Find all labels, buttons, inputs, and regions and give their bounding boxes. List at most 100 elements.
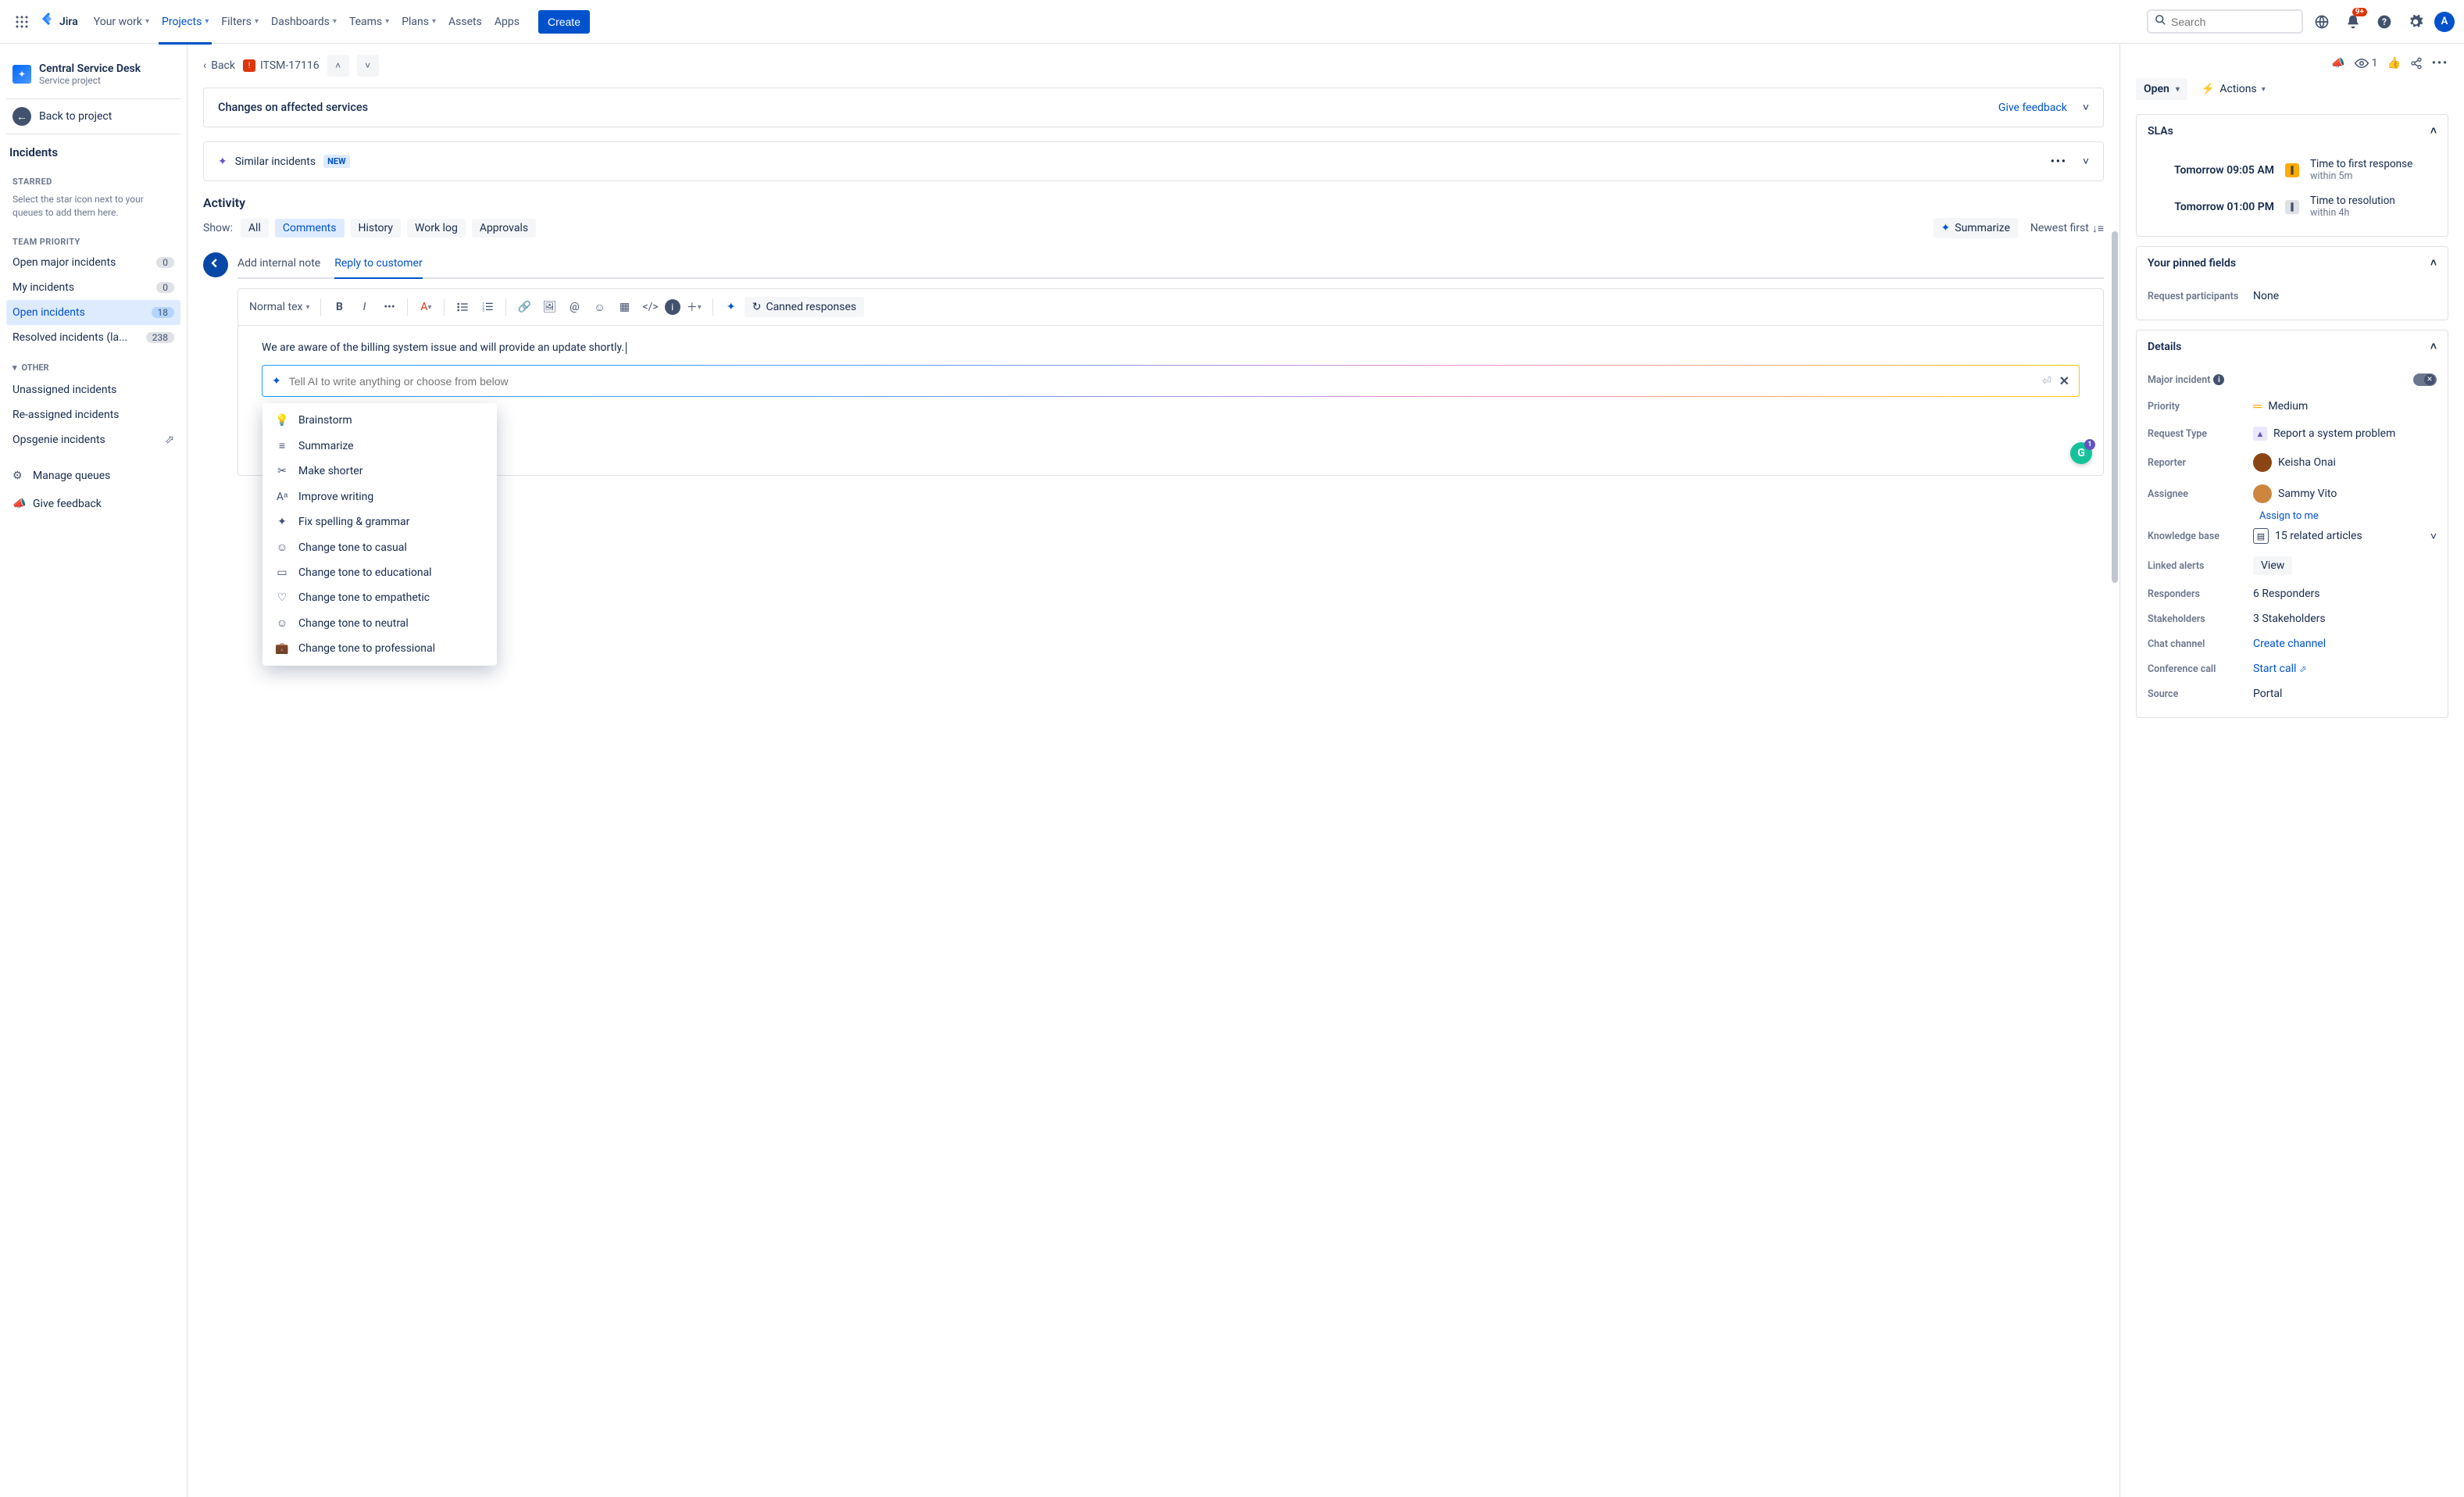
info-icon[interactable]: i: [2213, 374, 2224, 385]
filter-work-log[interactable]: Work log: [407, 219, 466, 238]
nav-item-your-work[interactable]: Your work▾: [87, 9, 155, 34]
editor-textarea[interactable]: We are aware of the billing system issue…: [238, 326, 2103, 475]
info-button[interactable]: i: [665, 299, 680, 315]
more-actions-icon[interactable]: •••: [2432, 57, 2448, 70]
back-to-project[interactable]: ← Back to project: [6, 98, 180, 134]
back-button[interactable]: ‹ Back: [203, 59, 235, 72]
start-call-link[interactable]: Start call⬀: [2253, 663, 2307, 675]
sidebar-give-feedback[interactable]: 📣 Give feedback: [6, 490, 180, 518]
major-incident-toggle[interactable]: [2413, 373, 2437, 386]
nav-item-filters[interactable]: Filters▾: [215, 9, 265, 34]
stakeholders-value[interactable]: 3 Stakeholders: [2253, 613, 2437, 625]
prev-issue-button[interactable]: ˄: [327, 55, 349, 77]
global-search[interactable]: [2147, 9, 2303, 34]
nav-item-dashboards[interactable]: Dashboards▾: [265, 9, 343, 34]
help-icon[interactable]: ?: [2372, 9, 2397, 34]
queue-unassigned-incidents[interactable]: Unassigned incidents: [6, 377, 180, 402]
nav-item-plans[interactable]: Plans▾: [395, 9, 442, 34]
nav-item-teams[interactable]: Teams▾: [343, 9, 395, 34]
pinned-header[interactable]: Your pinned fields ˄: [2137, 247, 2448, 279]
nav-item-projects[interactable]: Projects▾: [155, 9, 215, 34]
table-button[interactable]: ▦: [612, 295, 636, 319]
ai-option-change-tone-to-professional[interactable]: 💼Change tone to professional: [262, 636, 497, 661]
queue-my-incidents[interactable]: My incidents0: [6, 275, 180, 300]
app-launcher-icon[interactable]: [9, 9, 34, 34]
ai-option-change-tone-to-casual[interactable]: ☺Change tone to casual: [262, 534, 497, 560]
jira-logo[interactable]: Jira: [41, 13, 78, 31]
bullet-list-button[interactable]: [451, 295, 474, 319]
ai-prompt-input[interactable]: [289, 375, 2034, 388]
bold-button[interactable]: B: [327, 295, 351, 319]
code-button[interactable]: </>: [637, 295, 662, 319]
search-input[interactable]: [2171, 16, 2295, 28]
ai-toolbar-button[interactable]: ✦: [720, 295, 743, 319]
whatsnew-icon[interactable]: [2309, 9, 2334, 34]
tab-reply-to-customer[interactable]: Reply to customer: [334, 252, 422, 277]
image-button[interactable]: 🖼: [537, 295, 561, 319]
create-channel-link[interactable]: Create channel: [2253, 638, 2326, 650]
give-feedback-link[interactable]: Give feedback: [1998, 102, 2067, 114]
ai-option-change-tone-to-educational[interactable]: ▭Change tone to educational: [262, 560, 497, 585]
canned-responses-button[interactable]: ↻ Canned responses: [745, 297, 864, 317]
request-type-value[interactable]: ▲ Report a system problem: [2253, 427, 2437, 441]
insert-button[interactable]: ＋▾: [682, 295, 706, 319]
reporter-value[interactable]: Keisha Onai: [2253, 453, 2437, 472]
tab-internal-note[interactable]: Add internal note: [237, 252, 320, 277]
knowledge-base-value[interactable]: ▤ 15 related articles ˅: [2253, 528, 2437, 544]
status-dropdown[interactable]: Open▾: [2136, 78, 2187, 100]
assign-to-me-link[interactable]: Assign to me: [2259, 510, 2319, 522]
actions-dropdown[interactable]: ⚡ Actions ▾: [2195, 78, 2272, 100]
more-formatting-button[interactable]: •••: [377, 295, 401, 319]
text-color-button[interactable]: A▾: [414, 295, 437, 319]
assignee-value[interactable]: Sammy Vito: [2253, 484, 2437, 503]
profile-avatar[interactable]: A: [2434, 12, 2455, 32]
numbered-list-button[interactable]: 123: [476, 295, 499, 319]
close-icon[interactable]: ✕: [2059, 373, 2069, 388]
create-button[interactable]: Create: [538, 10, 590, 34]
chevron-down-icon[interactable]: ˅: [2083, 101, 2089, 114]
filter-approvals[interactable]: Approvals: [472, 219, 536, 238]
project-header[interactable]: ✦ Central Service Desk Service project: [6, 56, 180, 92]
slas-header[interactable]: SLAs ˄: [2137, 115, 2448, 147]
manage-queues[interactable]: ⚙ Manage queues: [6, 462, 180, 490]
ai-option-change-tone-to-empathetic[interactable]: ♡Change tone to empathetic: [262, 585, 497, 610]
summarize-button[interactable]: ✦ Summarize: [1934, 218, 2018, 238]
emoji-button[interactable]: ☺: [587, 295, 611, 319]
scrollbar[interactable]: [2112, 231, 2118, 583]
queue-open-major-incidents[interactable]: Open major incidents0: [6, 250, 180, 275]
share-icon[interactable]: [2410, 57, 2423, 70]
details-header[interactable]: Details ˄: [2137, 330, 2448, 363]
ai-option-improve-writing[interactable]: AᵃImprove writing: [262, 484, 497, 509]
ai-option-change-tone-to-neutral[interactable]: ☺Change tone to neutral: [262, 610, 497, 636]
queue-opsgenie-incidents[interactable]: Opsgenie incidents⬀: [6, 427, 180, 452]
ai-option-brainstorm[interactable]: 💡Brainstorm: [262, 408, 497, 433]
italic-button[interactable]: I: [352, 295, 376, 319]
queue-open-incidents[interactable]: Open incidents18: [6, 300, 180, 325]
priority-value[interactable]: ═ Medium: [2253, 398, 2437, 414]
grammarly-icon[interactable]: G1: [2070, 442, 2092, 464]
other-header[interactable]: ▾ OTHER: [6, 350, 180, 377]
like-icon[interactable]: 👍: [2387, 57, 2400, 70]
filter-comments[interactable]: Comments: [275, 219, 345, 238]
ai-option-make-shorter[interactable]: ✂Make shorter: [262, 459, 497, 484]
notifications-icon[interactable]: 9+: [2341, 9, 2366, 34]
filter-all[interactable]: All: [241, 219, 269, 238]
ai-option-fix-spelling-grammar[interactable]: ✦Fix spelling & grammar: [262, 509, 497, 534]
feedback-icon[interactable]: 📣: [2331, 57, 2344, 70]
link-button[interactable]: 🔗: [512, 295, 536, 319]
nav-item-apps[interactable]: Apps: [488, 9, 526, 34]
next-issue-button[interactable]: ˅: [357, 55, 379, 77]
filter-history[interactable]: History: [351, 219, 402, 238]
chevron-down-icon[interactable]: ˅: [2083, 155, 2089, 168]
more-icon[interactable]: •••: [2051, 155, 2067, 168]
text-style-select[interactable]: Normal tex▾: [245, 295, 314, 319]
linked-alerts-view-button[interactable]: View: [2253, 556, 2292, 575]
request-participants-value[interactable]: None: [2253, 290, 2437, 302]
ai-prompt-bar[interactable]: ✦ ⏎ ✕ 💡Brainstorm≡Summarize✂Make shorter…: [262, 365, 2080, 397]
responders-value[interactable]: 6 Responders: [2253, 588, 2437, 600]
settings-icon[interactable]: [2403, 9, 2428, 34]
nav-item-assets[interactable]: Assets: [442, 9, 488, 34]
issue-key[interactable]: ! ITSM-17116: [243, 59, 320, 72]
sort-order[interactable]: Newest first ↓≡: [2030, 222, 2104, 235]
mention-button[interactable]: @: [562, 295, 586, 319]
